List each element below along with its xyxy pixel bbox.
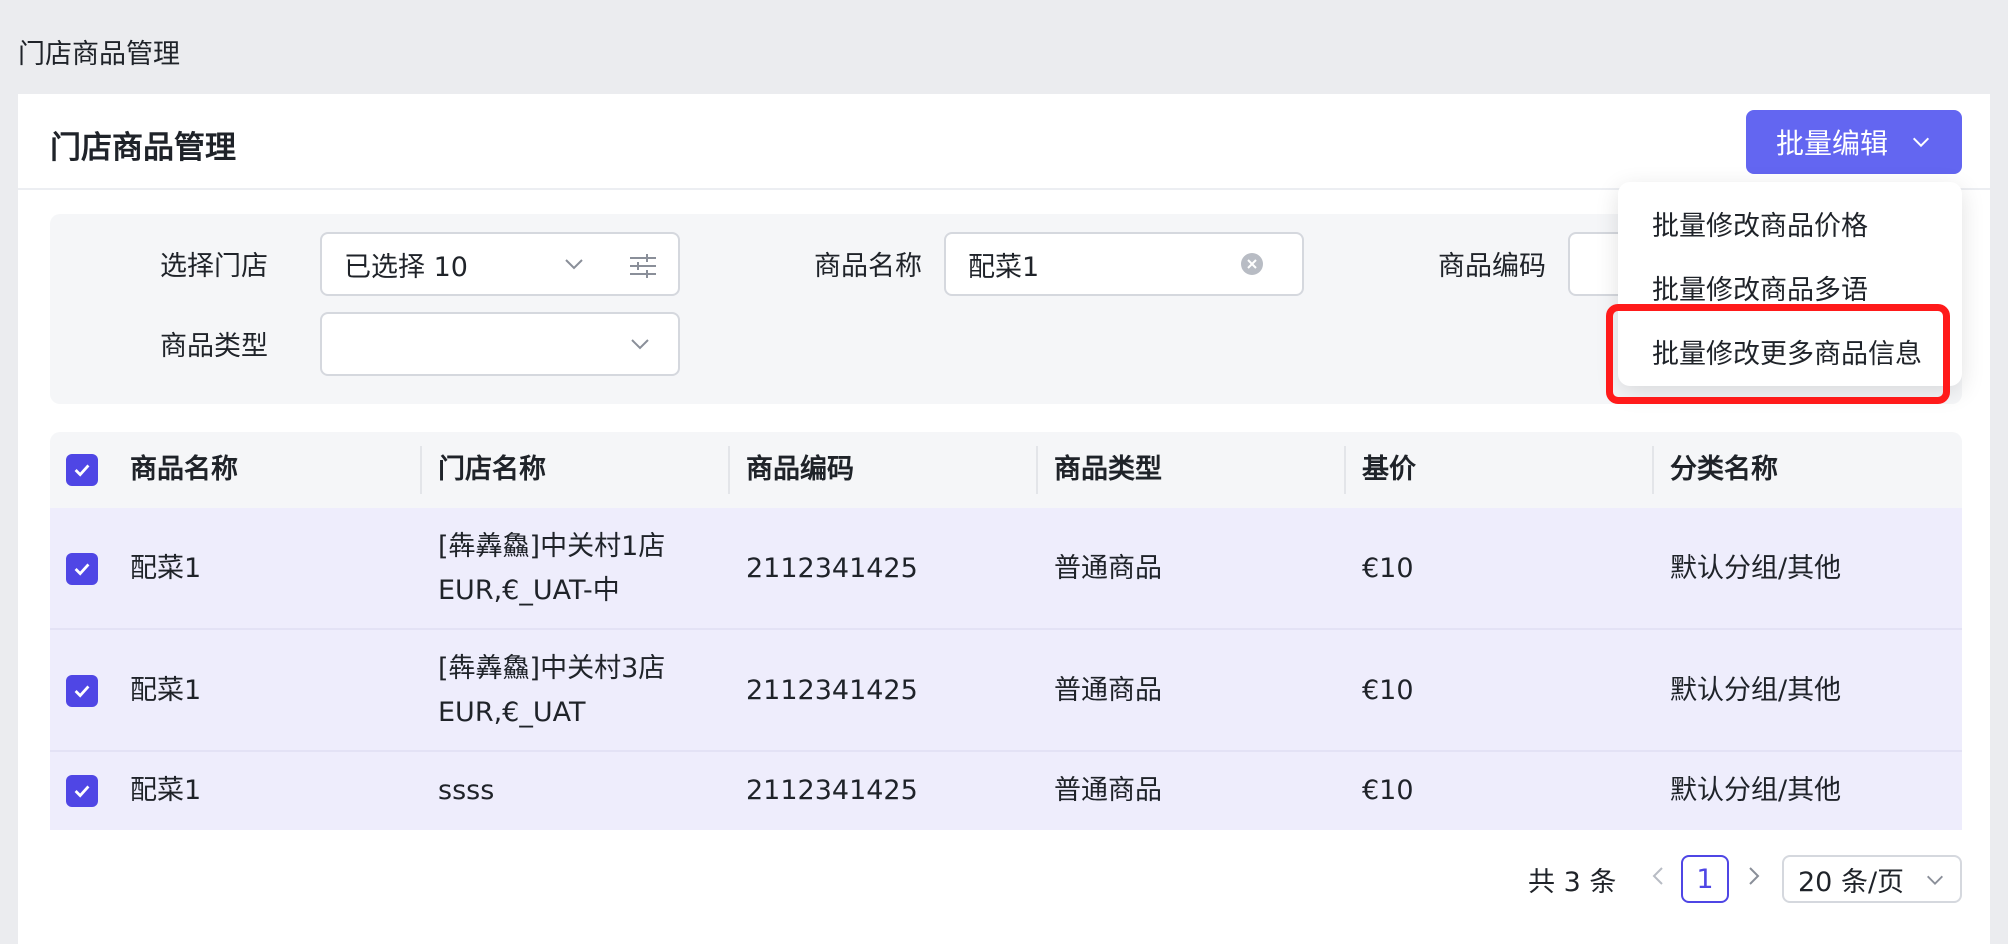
- cell-type: 普通商品: [1054, 775, 1162, 806]
- check-icon: [74, 685, 90, 698]
- chevron-right-icon[interactable]: [1742, 864, 1766, 888]
- column-divider: [420, 446, 422, 494]
- product-table: 商品名称 门店名称 商品编码 商品类型 基价 分类名称 配菜1 [犇羴鱻]中关村…: [50, 432, 1962, 830]
- check-icon: [74, 785, 90, 798]
- column-divider: [1036, 446, 1038, 494]
- batch-edit-button[interactable]: 批量编辑: [1746, 110, 1962, 174]
- col-header-code: 商品编码: [746, 454, 854, 485]
- cell-price: €10: [1362, 553, 1414, 584]
- page-title: 门店商品管理: [50, 130, 236, 166]
- cell-code: 2112341425: [746, 675, 918, 706]
- chevron-down-icon: [628, 332, 652, 356]
- chevron-down-icon: [562, 252, 586, 276]
- pagination-current-page[interactable]: 1: [1681, 855, 1729, 903]
- chevron-down-icon: [1927, 875, 1943, 885]
- cell-category: 默认分组/其他: [1670, 675, 1842, 706]
- cell-price: €10: [1362, 675, 1414, 706]
- menu-item-batch-multilang[interactable]: 批量修改商品多语: [1652, 268, 1868, 307]
- col-header-type: 商品类型: [1054, 454, 1162, 485]
- breadcrumb: 门店商品管理: [18, 39, 180, 70]
- page-size-value: 20 条/页: [1798, 866, 1905, 898]
- col-header-store: 门店名称: [438, 454, 546, 485]
- menu-item-batch-price[interactable]: 批量修改商品价格: [1652, 204, 1868, 243]
- store-select-value: 已选择 10: [344, 251, 468, 283]
- cell-type: 普通商品: [1054, 553, 1162, 584]
- cell-store-line1: [犇羴鱻]中关村1店: [438, 531, 666, 562]
- cell-name: 配菜1: [130, 675, 202, 706]
- cell-category: 默认分组/其他: [1670, 775, 1842, 806]
- row-checkbox[interactable]: [66, 553, 98, 585]
- batch-edit-dropdown: 批量修改商品价格 批量修改商品多语 批量修改更多商品信息: [1618, 182, 1962, 386]
- cell-store-line2: EUR,€_UAT: [438, 697, 586, 728]
- col-header-name: 商品名称: [130, 454, 238, 485]
- cell-price: €10: [1362, 775, 1414, 806]
- card-header: 门店商品管理 批量编辑: [18, 94, 1990, 190]
- cell-name: 配菜1: [130, 553, 202, 584]
- code-filter-label: 商品编码: [1438, 251, 1546, 282]
- check-icon: [74, 563, 90, 576]
- cell-store-line2: EUR,€_UAT-中: [438, 575, 620, 606]
- name-input-value: 配菜1: [968, 251, 1040, 283]
- table-header: 商品名称 门店名称 商品编码 商品类型 基价 分类名称: [50, 432, 1962, 508]
- select-all-checkbox[interactable]: [66, 454, 98, 486]
- column-divider: [1344, 446, 1346, 494]
- chevron-left-icon[interactable]: [1646, 864, 1670, 888]
- menu-item-batch-more-info[interactable]: 批量修改更多商品信息: [1652, 332, 1922, 371]
- clear-icon[interactable]: [1240, 252, 1264, 276]
- batch-edit-label: 批量编辑: [1775, 127, 1888, 160]
- table-row[interactable]: 配菜1 ssss 2112341425 普通商品 €10 默认分组/其他: [50, 752, 1962, 830]
- filter-settings-icon[interactable]: [628, 252, 658, 280]
- store-select[interactable]: 已选择 10: [320, 232, 680, 296]
- cell-code: 2112341425: [746, 775, 918, 806]
- table-row[interactable]: 配菜1 [犇羴鱻]中关村3店 EUR,€_UAT 2112341425 普通商品…: [50, 630, 1962, 752]
- check-icon: [74, 464, 90, 477]
- cell-store-line1: [犇羴鱻]中关村3店: [438, 653, 666, 684]
- cell-code: 2112341425: [746, 553, 918, 584]
- page-size-select[interactable]: 20 条/页: [1782, 855, 1962, 903]
- name-input[interactable]: 配菜1: [944, 232, 1304, 296]
- type-select[interactable]: [320, 312, 680, 376]
- row-checkbox[interactable]: [66, 675, 98, 707]
- col-header-price: 基价: [1362, 454, 1416, 485]
- cell-type: 普通商品: [1054, 675, 1162, 706]
- name-filter-label: 商品名称: [814, 251, 922, 282]
- col-header-category: 分类名称: [1670, 454, 1778, 485]
- table-row[interactable]: 配菜1 [犇羴鱻]中关村1店 EUR,€_UAT-中 2112341425 普通…: [50, 508, 1962, 630]
- type-filter-label: 商品类型: [160, 331, 268, 362]
- chevron-down-icon: [1912, 137, 1930, 148]
- pagination-total: 共 3 条: [1528, 867, 1617, 898]
- store-filter-label: 选择门店: [160, 251, 268, 282]
- row-checkbox[interactable]: [66, 775, 98, 807]
- column-divider: [1652, 446, 1654, 494]
- column-divider: [728, 446, 730, 494]
- cell-category: 默认分组/其他: [1670, 553, 1842, 584]
- cell-store-line1: ssss: [438, 775, 495, 806]
- cell-name: 配菜1: [130, 775, 202, 806]
